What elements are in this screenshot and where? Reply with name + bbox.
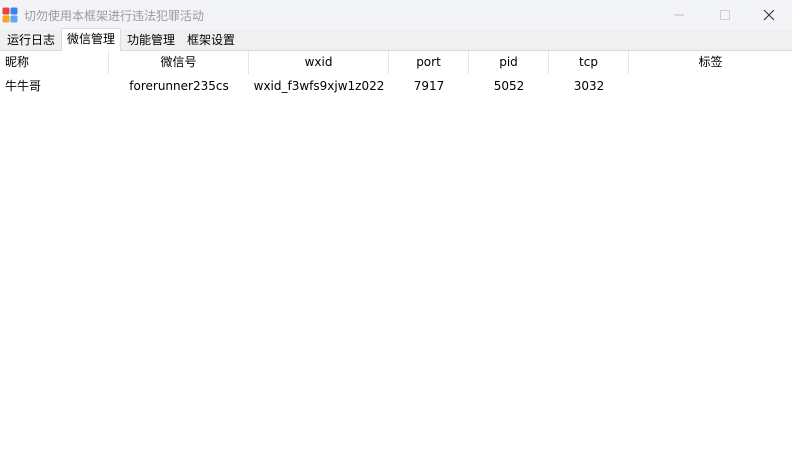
wechat-account-list[interactable]: 昵称 微信号 wxid port pid tcp 标签 牛牛哥 forerunn…: [0, 51, 792, 468]
tab-wechat-management[interactable]: 微信管理: [61, 28, 121, 51]
list-header: 昵称 微信号 wxid port pid tcp 标签: [0, 51, 792, 74]
tab-framework-settings[interactable]: 框架设置: [182, 30, 240, 50]
table-row[interactable]: 牛牛哥 forerunner235cs wxid_f3wfs9xjw1z022 …: [0, 75, 792, 97]
maximize-icon: [720, 10, 730, 20]
minimize-button[interactable]: [656, 0, 702, 30]
app-window: 切勿使用本框架进行违法犯罪活动 运行日志 微信管理 功能管理 框架设置 昵称 微…: [0, 0, 792, 468]
cell-wxid: wxid_f3wfs9xjw1z022: [253, 79, 385, 93]
column-header-nickname[interactable]: 昵称: [0, 51, 109, 74]
cell-port: 7917: [413, 79, 445, 93]
tab-feature-management[interactable]: 功能管理: [122, 30, 180, 50]
cell-tag: [629, 75, 792, 97]
minimize-icon: [674, 14, 684, 16]
maximize-button[interactable]: [702, 0, 748, 30]
app-logo-icon: [2, 7, 18, 23]
tab-bar: 运行日志 微信管理 功能管理 框架设置: [0, 28, 792, 51]
column-header-tag[interactable]: 标签: [629, 51, 792, 74]
tab-run-log[interactable]: 运行日志: [2, 30, 60, 50]
column-header-wxid[interactable]: wxid: [249, 51, 389, 74]
cell-tcp: 3032: [573, 79, 605, 93]
close-button[interactable]: [746, 0, 792, 30]
cell-pid: 5052: [493, 79, 525, 93]
title-bar[interactable]: 切勿使用本框架进行违法犯罪活动: [0, 0, 792, 30]
column-header-tcp[interactable]: tcp: [549, 51, 629, 74]
cell-nickname: 牛牛哥: [5, 79, 42, 93]
cell-wechat-id: forerunner235cs: [129, 79, 229, 93]
close-icon: [763, 9, 775, 21]
window-title: 切勿使用本框架进行违法犯罪活动: [24, 9, 205, 23]
column-header-port[interactable]: port: [389, 51, 469, 74]
column-header-pid[interactable]: pid: [469, 51, 549, 74]
column-header-wechat-id[interactable]: 微信号: [109, 51, 249, 74]
